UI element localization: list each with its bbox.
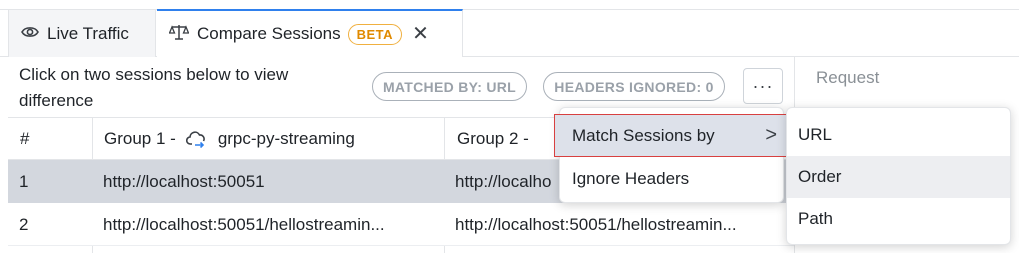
menu-item-ignore-headers[interactable]: Ignore Headers bbox=[560, 157, 785, 200]
tab-label: Compare Sessions bbox=[197, 24, 341, 43]
tab-compare-sessions[interactable]: Compare Sessions BETA ✕ bbox=[157, 9, 463, 57]
match-sessions-submenu: URL Order Path bbox=[786, 107, 1011, 245]
tab-live-traffic[interactable]: Live Traffic bbox=[8, 10, 156, 57]
submenu-item-url[interactable]: URL bbox=[787, 114, 1010, 156]
group-1-url: http://localhost:50051/hellostreamin... bbox=[103, 214, 385, 234]
more-options-menu: Match Sessions by > Ignore Headers bbox=[554, 107, 791, 203]
close-icon[interactable]: ✕ bbox=[412, 24, 429, 44]
more-options-button[interactable]: ··· bbox=[743, 68, 783, 104]
compare-hint-text: Click on two sessions below to view diff… bbox=[19, 65, 289, 110]
eye-icon bbox=[21, 24, 39, 44]
column-header-group-2[interactable]: Group 2 - bbox=[457, 117, 529, 160]
request-panel-title: Request bbox=[816, 68, 880, 87]
menu-item-match-sessions-by[interactable]: Match Sessions by > bbox=[554, 114, 791, 157]
column-header-number[interactable]: # bbox=[20, 117, 29, 160]
menu-item-label: Ignore Headers bbox=[572, 168, 690, 188]
group-2-prefix: Group 2 - bbox=[457, 128, 529, 148]
column-header-group-1[interactable]: Group 1 - grpc-py-streaming bbox=[104, 117, 355, 160]
chevron-right-icon: > bbox=[765, 124, 777, 146]
menu-item-label: Match Sessions by bbox=[572, 125, 715, 145]
group-1-prefix: Group 1 - bbox=[104, 128, 176, 148]
matched-by-badge: MATCHED BY: URL bbox=[372, 72, 527, 101]
cloud-sync-icon bbox=[185, 130, 208, 148]
group-1-name: grpc-py-streaming bbox=[217, 128, 355, 148]
scale-icon bbox=[168, 23, 190, 46]
row-number: 1 bbox=[19, 171, 29, 191]
group-1-url: http://localhost:50051 bbox=[103, 171, 265, 191]
submenu-item-path[interactable]: Path bbox=[787, 198, 1010, 240]
beta-badge: BETA bbox=[347, 23, 403, 45]
group-2-url: http://localhost:50051/hellostreamin... bbox=[455, 214, 737, 234]
tab-label: Live Traffic bbox=[47, 23, 129, 43]
headers-ignored-badge: HEADERS IGNORED: 0 bbox=[543, 72, 725, 101]
row-number: 2 bbox=[19, 214, 29, 234]
table-row[interactable]: 2 http://localhost:50051/hellostreamin..… bbox=[8, 203, 794, 246]
submenu-item-order[interactable]: Order bbox=[787, 156, 1010, 198]
